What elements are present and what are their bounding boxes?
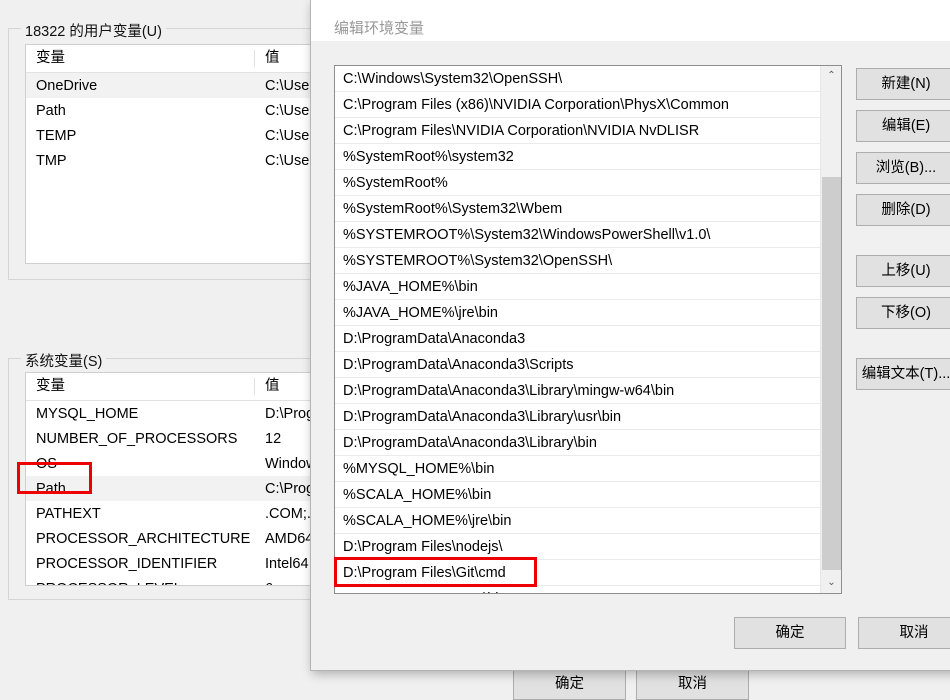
variable-name-cell: Path (36, 480, 66, 497)
list-item[interactable]: %SystemRoot%\System32\Wbem (335, 196, 820, 222)
list-item[interactable]: D:\ProgramData\Anaconda3\Library\usr\bin (335, 404, 820, 430)
list-item[interactable]: %JAVA_HOME%\jre\bin (335, 300, 820, 326)
list-item[interactable]: %SYSTEMROOT%\System32\OpenSSH\ (335, 248, 820, 274)
variable-name-cell: PATHEXT (36, 505, 101, 522)
variable-name-cell: TMP (36, 152, 67, 169)
variable-name-cell: PROCESSOR_LEVEL (26, 581, 255, 586)
list-item[interactable]: D:\ProgramData\Anaconda3 (335, 326, 820, 352)
dialog-cancel-button[interactable]: 取消 (858, 617, 950, 649)
system-variables-group-label: 系统变量(S) (21, 350, 107, 371)
move-up-button[interactable]: 上移(U) (856, 255, 950, 287)
list-item[interactable]: %SCALA_HOME%\jre\bin (335, 508, 820, 534)
edit-button[interactable]: 编辑(E) (856, 110, 950, 142)
column-header-name[interactable]: 变量 (26, 378, 255, 395)
move-down-button[interactable]: 下移(O) (856, 297, 950, 329)
list-item[interactable]: %SystemRoot%\system32 (335, 144, 820, 170)
list-item[interactable]: %HADOOP_HOME%\bin (335, 586, 820, 593)
browse-button[interactable]: 浏览(B)... (856, 152, 950, 184)
new-button[interactable]: 新建(N) (856, 68, 950, 100)
list-item[interactable]: %SystemRoot% (335, 170, 820, 196)
list-item[interactable]: D:\Program Files\nodejs\ (335, 534, 820, 560)
variable-name-cell: OneDrive (36, 77, 98, 94)
edit-environment-variable-dialog: 编辑环境变量 C:\Windows\System32\OpenSSH\ C:\Pr… (310, 0, 950, 671)
list-item[interactable]: D:\Program Files\Git\cmd (335, 560, 820, 586)
window-ok-button[interactable]: 确定 (513, 668, 626, 700)
scrollbar-thumb[interactable] (822, 177, 841, 570)
dialog-ok-button[interactable]: 确定 (734, 617, 846, 649)
variable-name-cell: TEMP (36, 127, 77, 144)
variable-name-cell: OS (36, 455, 57, 472)
path-entries-listbox[interactable]: C:\Windows\System32\OpenSSH\ C:\Program F… (334, 65, 842, 594)
window-button-bar: 确定 取消 (513, 668, 749, 700)
path-entries-list: C:\Windows\System32\OpenSSH\ C:\Program F… (335, 66, 820, 593)
dialog-title-bar: 编辑环境变量 (311, 0, 950, 42)
list-item[interactable]: C:\Program Files (x86)\NVIDIA Corporatio… (335, 92, 820, 118)
column-header-name[interactable]: 变量 (26, 50, 255, 67)
variable-name-cell: PROCESSOR_ARCHITECTURE (36, 530, 251, 547)
list-item[interactable]: D:\ProgramData\Anaconda3\Scripts (335, 352, 820, 378)
scroll-down-arrow-icon[interactable]: ⌄ (821, 573, 841, 593)
user-variables-group-label: 18322 的用户变量(U) (21, 20, 166, 41)
list-item[interactable]: D:\ProgramData\Anaconda3\Library\mingw-w… (335, 378, 820, 404)
delete-button[interactable]: 删除(D) (856, 194, 950, 226)
list-scrollbar[interactable]: ⌃ ⌄ (820, 66, 841, 593)
edit-text-button[interactable]: 编辑文本(T)... (856, 358, 950, 390)
variable-name-cell: MYSQL_HOME (36, 405, 139, 422)
variable-name-cell: PROCESSOR_IDENTIFIER (36, 555, 218, 572)
list-item[interactable]: %SCALA_HOME%\bin (335, 482, 820, 508)
dialog-title: 编辑环境变量 (334, 20, 425, 37)
variable-name-cell: NUMBER_OF_PROCESSORS (36, 430, 238, 447)
scroll-up-arrow-icon[interactable]: ⌃ (821, 66, 841, 86)
variable-name-cell: Path (36, 102, 66, 119)
list-item[interactable]: D:\ProgramData\Anaconda3\Library\bin (335, 430, 820, 456)
list-item[interactable]: C:\Windows\System32\OpenSSH\ (335, 66, 820, 92)
window-cancel-button[interactable]: 取消 (636, 668, 749, 700)
list-item[interactable]: C:\Program Files\NVIDIA Corporation\NVID… (335, 118, 820, 144)
list-item[interactable]: %JAVA_HOME%\bin (335, 274, 820, 300)
dialog-side-button-bar: 新建(N) 编辑(E) 浏览(B)... 删除(D) 上移(U) 下移(O) 编辑文本(T)… (856, 68, 950, 400)
list-item[interactable]: %SYSTEMROOT%\System32\WindowsPowerShell\… (335, 222, 820, 248)
dialog-button-bar: 确定 取消 (734, 617, 950, 649)
list-item[interactable]: %MYSQL_HOME%\bin (335, 456, 820, 482)
